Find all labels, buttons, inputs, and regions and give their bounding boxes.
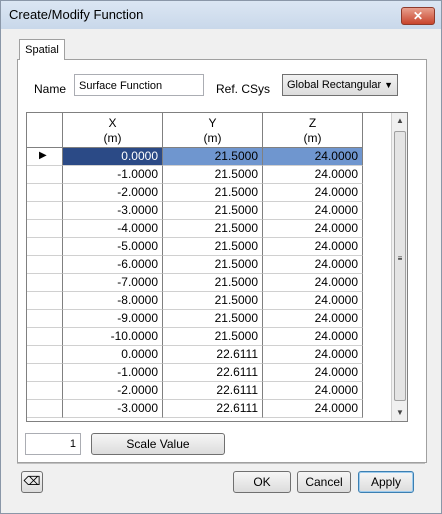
- table-cell[interactable]: 24.0000: [263, 166, 363, 184]
- table-cell[interactable]: 24.0000: [263, 220, 363, 238]
- ok-button[interactable]: OK: [233, 471, 291, 493]
- table-cell[interactable]: -9.0000: [63, 310, 163, 328]
- table-cell[interactable]: 24.0000: [263, 148, 363, 166]
- row-header[interactable]: [27, 328, 63, 346]
- table-cell[interactable]: 24.0000: [263, 256, 363, 274]
- table-cell[interactable]: -3.0000: [63, 400, 163, 418]
- tab-spatial[interactable]: Spatial: [19, 39, 65, 60]
- table-cell[interactable]: 21.5000: [163, 184, 263, 202]
- row-header[interactable]: [27, 238, 63, 256]
- divider: [17, 463, 425, 464]
- table-cell[interactable]: 24.0000: [263, 274, 363, 292]
- table-cell[interactable]: 24.0000: [263, 238, 363, 256]
- table-cell[interactable]: 24.0000: [263, 292, 363, 310]
- table-cell[interactable]: -1.0000: [63, 364, 163, 382]
- table-cell[interactable]: -3.0000: [63, 202, 163, 220]
- table-cell[interactable]: 24.0000: [263, 328, 363, 346]
- function-table[interactable]: X (m) Y (m) Z (m) ▶ 0.0000 21.5000 24.0000-…: [26, 112, 408, 422]
- table-cell[interactable]: 24.0000: [263, 382, 363, 400]
- row-header[interactable]: [27, 382, 63, 400]
- tab-panel: Name Surface Function Ref. CSys Global R…: [17, 59, 427, 463]
- scale-value-button[interactable]: Scale Value: [91, 433, 225, 455]
- table-cell[interactable]: -4.0000: [63, 220, 163, 238]
- table-cell[interactable]: 22.6111: [163, 346, 263, 364]
- table-cell[interactable]: 24.0000: [263, 346, 363, 364]
- table-cell[interactable]: 21.5000: [163, 310, 263, 328]
- table-cell[interactable]: 21.5000: [163, 202, 263, 220]
- corner-header: [27, 113, 63, 148]
- table-cell[interactable]: -5.0000: [63, 238, 163, 256]
- table-cell[interactable]: 24.0000: [263, 400, 363, 418]
- column-name: Z: [308, 116, 317, 130]
- table-cell[interactable]: -8.0000: [63, 292, 163, 310]
- ref-csys-select[interactable]: Global Rectangular ▼: [282, 74, 398, 96]
- close-button[interactable]: ✕: [401, 7, 435, 25]
- row-header[interactable]: [27, 274, 63, 292]
- table-cell[interactable]: 21.5000: [163, 256, 263, 274]
- table-cell[interactable]: 22.6111: [163, 364, 263, 382]
- table-cell[interactable]: 22.6111: [163, 400, 263, 418]
- column-header-z[interactable]: Z (m): [263, 113, 363, 148]
- name-label: Name: [34, 82, 67, 96]
- table-cell[interactable]: 24.0000: [263, 364, 363, 382]
- scroll-down-icon[interactable]: ▼: [392, 405, 407, 421]
- eraser-icon[interactable]: ⌫: [21, 471, 43, 493]
- column-name: X: [108, 116, 117, 130]
- row-header[interactable]: [27, 184, 63, 202]
- table-cell[interactable]: 21.5000: [163, 238, 263, 256]
- row-header[interactable]: [27, 346, 63, 364]
- table-cell[interactable]: -10.0000: [63, 328, 163, 346]
- chevron-down-icon: ▼: [384, 80, 393, 90]
- column-unit: (m): [303, 131, 322, 145]
- table-cell[interactable]: -6.0000: [63, 256, 163, 274]
- table-cell[interactable]: 21.5000: [163, 274, 263, 292]
- row-header[interactable]: ▶: [27, 148, 63, 166]
- table-cell[interactable]: 21.5000: [163, 148, 263, 166]
- table-cell[interactable]: 21.5000: [163, 292, 263, 310]
- column-header-x[interactable]: X (m): [63, 113, 163, 148]
- column-unit: (m): [203, 131, 222, 145]
- row-header[interactable]: [27, 292, 63, 310]
- table-cell[interactable]: -1.0000: [63, 166, 163, 184]
- row-header[interactable]: [27, 310, 63, 328]
- row-header[interactable]: [27, 256, 63, 274]
- row-header[interactable]: [27, 166, 63, 184]
- scale-factor-input[interactable]: 1: [25, 433, 81, 455]
- table-cell[interactable]: 21.5000: [163, 220, 263, 238]
- column-name: Y: [208, 116, 217, 130]
- column-unit: (m): [103, 131, 122, 145]
- table-cell[interactable]: -2.0000: [63, 382, 163, 400]
- table-cell[interactable]: 24.0000: [263, 202, 363, 220]
- table-cell[interactable]: 0.0000: [63, 148, 163, 166]
- table-cell[interactable]: 24.0000: [263, 310, 363, 328]
- row-header[interactable]: [27, 364, 63, 382]
- table-cell[interactable]: 22.6111: [163, 382, 263, 400]
- scroll-up-icon[interactable]: ▲: [392, 113, 407, 129]
- table-cell[interactable]: 0.0000: [63, 346, 163, 364]
- row-header[interactable]: [27, 400, 63, 418]
- ref-csys-value: Global Rectangular: [287, 79, 382, 91]
- table-cell[interactable]: 21.5000: [163, 166, 263, 184]
- apply-button[interactable]: Apply: [358, 471, 414, 493]
- name-field[interactable]: Surface Function: [74, 74, 204, 96]
- dialog-window: Create/Modify Function ✕ Spatial Name Su…: [0, 0, 442, 514]
- row-header[interactable]: [27, 202, 63, 220]
- column-header-y[interactable]: Y (m): [163, 113, 263, 148]
- scroll-thumb[interactable]: ≡: [394, 131, 406, 401]
- table-cell[interactable]: 24.0000: [263, 184, 363, 202]
- cancel-button[interactable]: Cancel: [297, 471, 351, 493]
- table-cell[interactable]: -2.0000: [63, 184, 163, 202]
- row-header[interactable]: [27, 220, 63, 238]
- ref-csys-label: Ref. CSys: [216, 82, 271, 96]
- title-bar: Create/Modify Function ✕: [1, 1, 441, 29]
- table-cell[interactable]: 21.5000: [163, 328, 263, 346]
- current-row-marker-icon: ▶: [39, 150, 47, 161]
- window-title: Create/Modify Function: [9, 7, 144, 22]
- vertical-scrollbar[interactable]: ▲ ≡ ▼: [391, 113, 407, 421]
- table-cell[interactable]: -7.0000: [63, 274, 163, 292]
